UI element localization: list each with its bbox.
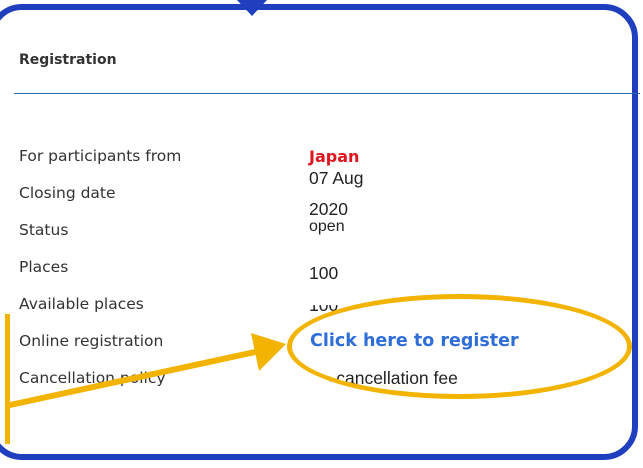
heading-divider xyxy=(14,93,640,94)
section-heading: Registration xyxy=(19,52,117,68)
places-value: 100 xyxy=(309,263,339,283)
status-value: open xyxy=(309,218,345,235)
online-registration-label: Online registration xyxy=(19,332,164,350)
annotation-bracket xyxy=(0,314,10,444)
closing-date-value-day: 07 Aug xyxy=(309,168,364,188)
closing-date-label: Closing date xyxy=(19,184,116,202)
top-pointer-arrow xyxy=(237,0,267,16)
available-places-label: Available places xyxy=(19,295,144,313)
participants-country-value: Japan xyxy=(309,147,360,166)
places-label: Places xyxy=(19,258,69,276)
participants-label: For participants from xyxy=(19,147,182,165)
cancellation-policy-value: No cancellation fee xyxy=(309,368,458,388)
status-label: Status xyxy=(19,221,69,239)
closing-date-value-year: 2020 xyxy=(309,199,348,219)
cancellation-policy-label: Cancellation policy xyxy=(19,369,166,387)
register-link[interactable]: Click here to register xyxy=(310,331,519,351)
